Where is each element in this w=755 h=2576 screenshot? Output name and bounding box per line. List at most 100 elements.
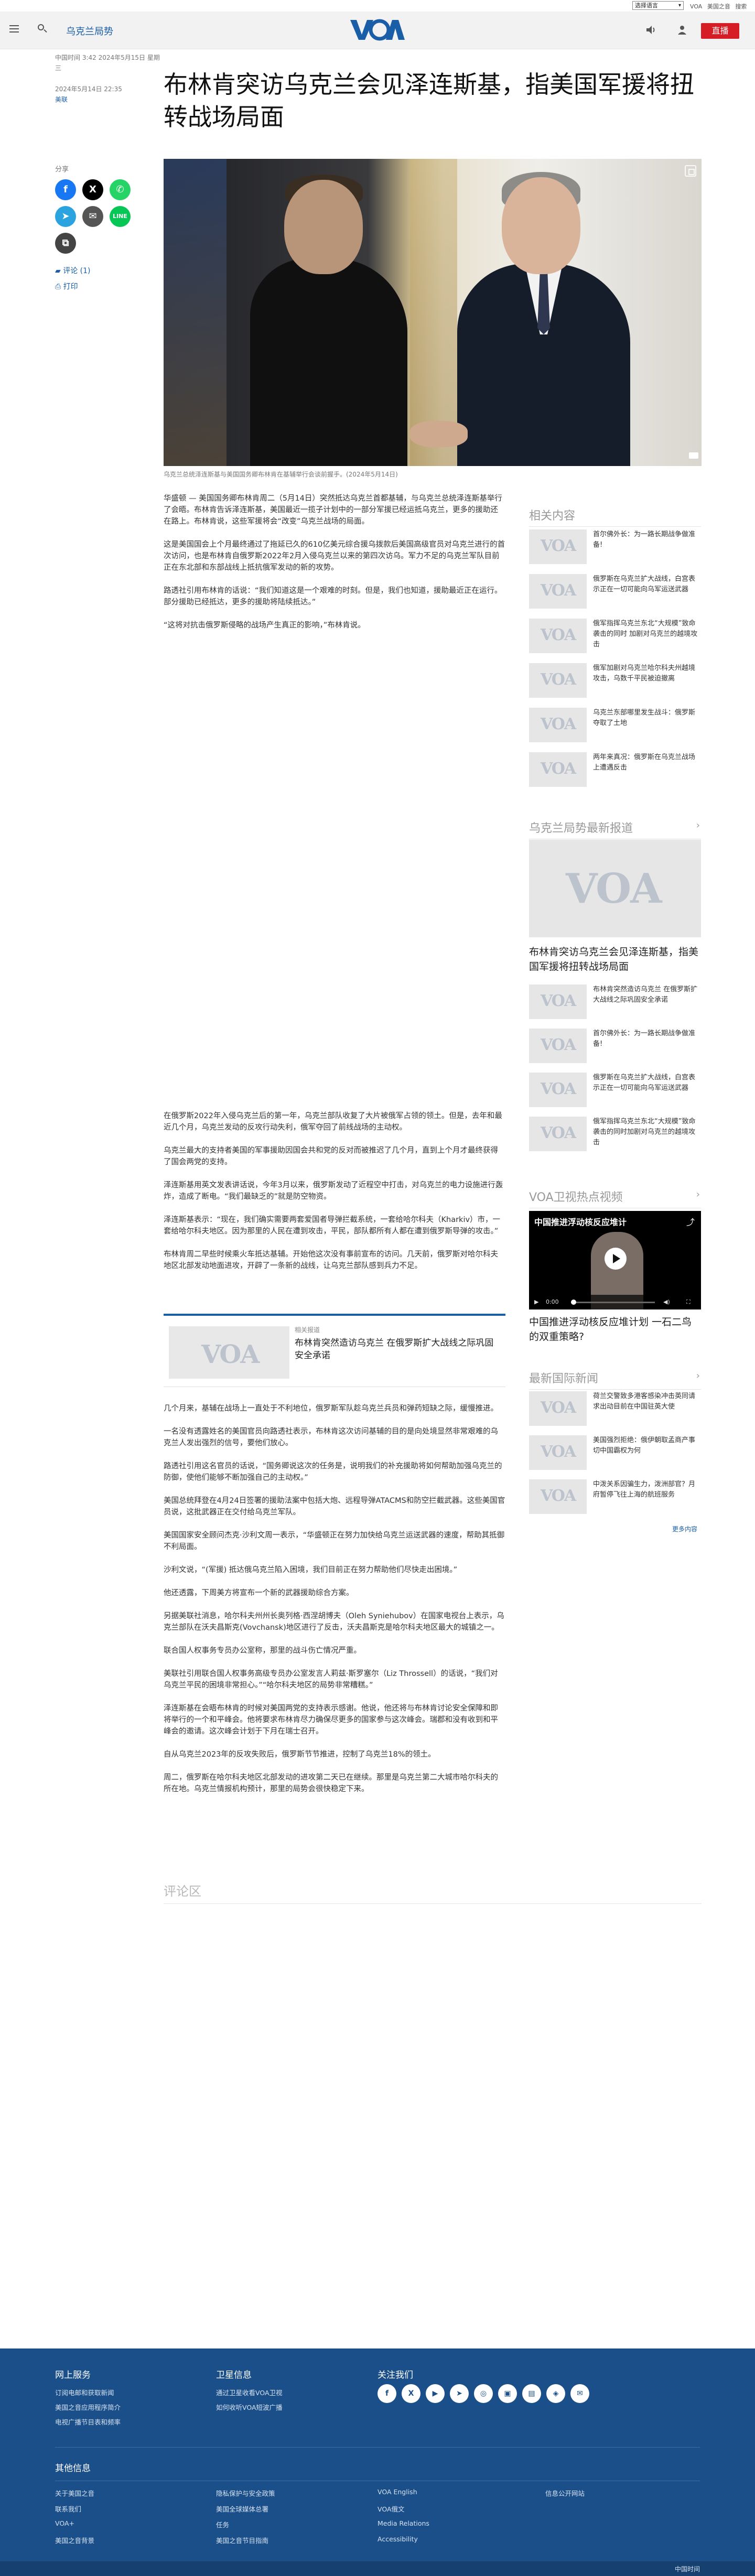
latest-item-title[interactable]: 首尔佛外长：为一路长期战争做准备! bbox=[593, 1029, 701, 1049]
video-heading[interactable]: VOA卫视热点视频 › bbox=[529, 1188, 701, 1208]
footer-link[interactable]: VOA俄文 bbox=[378, 2504, 405, 2514]
footer-link[interactable]: 电视广播节目表和频率 bbox=[55, 2417, 121, 2427]
related-item[interactable]: VOA 首尔佛外长：为一路长期战争做准备! bbox=[529, 529, 702, 566]
copy-link-icon[interactable]: ⧉ bbox=[55, 233, 76, 254]
footer-link[interactable]: Accessibility bbox=[378, 2535, 418, 2543]
rss-icon[interactable]: ▤ bbox=[522, 2384, 541, 2403]
paragraph: 美国总统拜登在4月24日签署的援助法案中包括大炮、远程导弹ATACMS和防空拦截… bbox=[164, 1497, 505, 1517]
world-heading[interactable]: 最新国际新闻 › bbox=[529, 1369, 701, 1390]
instagram-icon[interactable]: ◎ bbox=[474, 2384, 493, 2403]
related-item[interactable]: VOA 俄军加剧对乌克兰哈尔科夫州越境攻击，乌数千平民被迫撤离 bbox=[529, 663, 702, 700]
paragraph: 自从乌克兰2023年的反攻失败后，俄罗斯节节推进，控制了乌克兰18%的领土。 bbox=[164, 1750, 436, 1759]
menu-icon[interactable] bbox=[9, 25, 19, 33]
footer-link[interactable]: VOA+ bbox=[55, 2519, 74, 2527]
whatsapp-share-icon[interactable]: ✆ bbox=[110, 179, 131, 200]
x-icon[interactable]: X bbox=[402, 2384, 420, 2403]
thumbnail: VOA bbox=[529, 1435, 587, 1470]
section-link[interactable]: 乌克兰局势 bbox=[66, 24, 113, 38]
related-item[interactable]: VOA 两年来真况：俄罗斯在乌克兰战场上遭遇反击 bbox=[529, 752, 702, 789]
footer-link[interactable]: 美国全球媒体总署 bbox=[216, 2504, 268, 2514]
world-item-title[interactable]: 中泼关系因骗生力，泼洲部官？月府暂停飞往上海的航班服务 bbox=[593, 1479, 701, 1500]
related-item-title[interactable]: 乌克兰东部哪里发生战斗：俄罗斯夺取了土地 bbox=[593, 708, 701, 729]
article-author[interactable]: 美联 bbox=[55, 94, 160, 105]
x-share-icon[interactable]: X bbox=[82, 179, 103, 200]
telegram-share-icon[interactable]: ➤ bbox=[55, 206, 76, 227]
related-item-title[interactable]: 两年来真况：俄罗斯在乌克兰战场上遭遇反击 bbox=[593, 752, 701, 773]
paragraph: 他还透露，下周美方将宣布一个新的武器援助综合方案。 bbox=[164, 1589, 354, 1597]
print-link[interactable]: ⎙ 打印 bbox=[55, 281, 78, 291]
comments-link[interactable]: ▰ 评论 (1) bbox=[55, 265, 91, 276]
email-share-icon[interactable]: ✉ bbox=[82, 206, 103, 227]
podcast-icon[interactable]: ◈ bbox=[546, 2384, 565, 2403]
latest-item-title[interactable]: 俄军指挥乌克兰东北“大规模”致命袭击的同时加剧对乌克兰的越境攻击 bbox=[593, 1117, 701, 1148]
world-item-title[interactable]: 荷兰交警致多港客感染冲击英同请求出动目前在中国驻英大使 bbox=[593, 1391, 701, 1412]
latest-lead-title[interactable]: 布林肯突访乌克兰会见泽连斯基，指美国军援将扭转战场局面 bbox=[529, 945, 701, 974]
hero-photo[interactable] bbox=[164, 159, 702, 466]
related-item-title[interactable]: 俄军加剧对乌克兰哈尔科夫州越境攻击，乌数千平民被迫撤离 bbox=[593, 663, 701, 684]
footer-link[interactable]: 美国之音节目指南 bbox=[216, 2535, 268, 2545]
fullscreen-icon[interactable]: ⛶ bbox=[686, 1295, 691, 1309]
top-link-search[interactable]: 搜索 bbox=[735, 3, 747, 10]
user-icon[interactable] bbox=[676, 24, 688, 36]
latest-item[interactable]: VOA 俄军指挥乌克兰东北“大规模”致命袭击的同时加剧对乌克兰的越境攻击 bbox=[529, 1117, 702, 1153]
footer-link[interactable]: 任务 bbox=[216, 2519, 229, 2529]
live-button[interactable]: 直播 bbox=[701, 23, 739, 39]
video-seek-bar[interactable] bbox=[571, 1300, 655, 1305]
latest-heading[interactable]: 乌克兰局势最新报道 › bbox=[529, 819, 701, 839]
more-link[interactable]: 更多内容 bbox=[672, 1524, 697, 1533]
latest-item[interactable]: VOA 布林肯突然造访乌克兰 在俄罗斯扩大战线之际巩固安全承诺 bbox=[529, 984, 702, 1021]
related-item[interactable]: VOA 俄罗斯在乌克兰扩大战线，白宫表示正在一切可能向乌军运送武器 bbox=[529, 574, 702, 611]
footer-link[interactable]: 联系我们 bbox=[55, 2504, 81, 2514]
app-icon[interactable]: ▣ bbox=[498, 2384, 517, 2403]
telegram-icon[interactable]: ➤ bbox=[450, 2384, 469, 2403]
footer-link[interactable]: 关于美国之音 bbox=[55, 2488, 94, 2498]
footer-link[interactable]: 信息公开网站 bbox=[545, 2488, 585, 2498]
expand-icon[interactable] bbox=[685, 165, 696, 177]
footer-link[interactable]: 如何收听VOA短波广播 bbox=[216, 2402, 283, 2412]
world-item[interactable]: VOA 中泼关系因骗生力，泼洲部官？月府暂停飞往上海的航班服务 bbox=[529, 1479, 702, 1516]
facebook-share-icon[interactable]: f bbox=[55, 179, 76, 200]
latest-lead-thumbnail[interactable]: VOA bbox=[529, 840, 701, 937]
related-item-title[interactable]: 俄军指挥乌克兰东北“大规模”致命袭击的同时 加剧对乌克兰的越境攻击 bbox=[593, 619, 701, 650]
related-item-title[interactable]: 俄罗斯在乌克兰扩大战线，白宫表示正在一切可能向乌军运送武器 bbox=[593, 574, 701, 595]
latest-item[interactable]: VOA 俄罗斯在乌克兰扩大战线，白宫表示正在一切可能向乌军运送武器 bbox=[529, 1073, 702, 1109]
video-player[interactable]: 中国推进浮动核反应堆计 ⤴ ▶ 0:00 ◀) ⛶ bbox=[529, 1211, 701, 1309]
world-item-title[interactable]: 美国强烈拒绝：俄伊朝取孟商产事 切中国霸权为何 bbox=[593, 1435, 701, 1456]
world-item[interactable]: VOA 荷兰交警致多港客感染冲击英同请求出动目前在中国驻英大使 bbox=[529, 1391, 702, 1428]
world-item[interactable]: VOA 美国强烈拒绝：俄伊朝取孟商产事 切中国霸权为何 bbox=[529, 1435, 702, 1472]
top-link-voa[interactable]: VOA bbox=[690, 3, 702, 10]
volume-icon[interactable]: ◀) bbox=[663, 1295, 670, 1309]
footer-link[interactable]: 美国之音背景 bbox=[55, 2535, 94, 2545]
related-title[interactable]: 布林肯突然造访乌克兰 在俄罗斯扩大战线之际巩固安全承诺 bbox=[295, 1337, 499, 1362]
line-share-icon[interactable]: LINE bbox=[110, 206, 131, 227]
latest-item[interactable]: VOA 首尔佛外长：为一路长期战争做准备! bbox=[529, 1029, 702, 1065]
footer-link[interactable]: 美国之音应用程序简介 bbox=[55, 2402, 121, 2412]
footer-link[interactable]: 隐私保护与安全政策 bbox=[216, 2488, 275, 2498]
search-icon[interactable] bbox=[37, 23, 48, 35]
article-body-a: 华盛顿 — 美国国务卿布林肯周二（5月14日）突然抵达乌克兰首都基辅，与乌克兰总… bbox=[164, 493, 505, 643]
comments-label: 评论 (1) bbox=[63, 267, 91, 275]
footer-link[interactable]: VOA English bbox=[378, 2488, 417, 2496]
play-small-icon[interactable]: ▶ bbox=[534, 1298, 538, 1305]
related-thumbnail: VOA bbox=[169, 1326, 289, 1379]
latest-item-title[interactable]: 俄罗斯在乌克兰扩大战线，白宫表示正在一切可能向乌军运送武器 bbox=[593, 1073, 701, 1094]
language-select[interactable]: 选择语言 bbox=[632, 1, 684, 10]
share-icon[interactable]: ⤴ bbox=[686, 1215, 695, 1228]
related-item-title[interactable]: 首尔佛外长：为一路长期战争做准备! bbox=[593, 529, 701, 550]
footer-link[interactable]: 通过卫星收看VOA卫视 bbox=[216, 2387, 283, 2397]
video-controls[interactable]: ▶ 0:00 ◀) ⛶ bbox=[529, 1295, 701, 1309]
email-icon[interactable]: ✉ bbox=[570, 2384, 589, 2403]
top-link-chinese[interactable]: 美国之音 bbox=[707, 3, 730, 10]
related-item[interactable]: VOA 俄军指挥乌克兰东北“大规模”致命袭击的同时 加剧对乌克兰的越境攻击 bbox=[529, 619, 702, 655]
play-icon[interactable] bbox=[605, 1248, 627, 1270]
related-item[interactable]: VOA 乌克兰东部哪里发生战斗：俄罗斯夺取了土地 bbox=[529, 708, 702, 744]
footer-link[interactable]: 订阅电邮和获取新闻 bbox=[55, 2387, 114, 2397]
youtube-icon[interactable]: ▶ bbox=[426, 2384, 445, 2403]
facebook-icon[interactable]: f bbox=[378, 2384, 396, 2403]
video-title[interactable]: 中国推进浮动核反应堆计划 一石二鸟的双重策略? bbox=[529, 1315, 701, 1344]
speaker-icon[interactable] bbox=[645, 24, 656, 36]
latest-item-title[interactable]: 布林肯突然造访乌克兰 在俄罗斯扩大战线之际巩固安全承诺 bbox=[593, 984, 701, 1005]
voa-logo[interactable] bbox=[349, 18, 407, 41]
related-article-card[interactable]: VOA 相关报道 布林肯突然造访乌克兰 在俄罗斯扩大战线之际巩固安全承诺 bbox=[164, 1314, 505, 1387]
footer-link[interactable]: Media Relations bbox=[378, 2519, 429, 2527]
